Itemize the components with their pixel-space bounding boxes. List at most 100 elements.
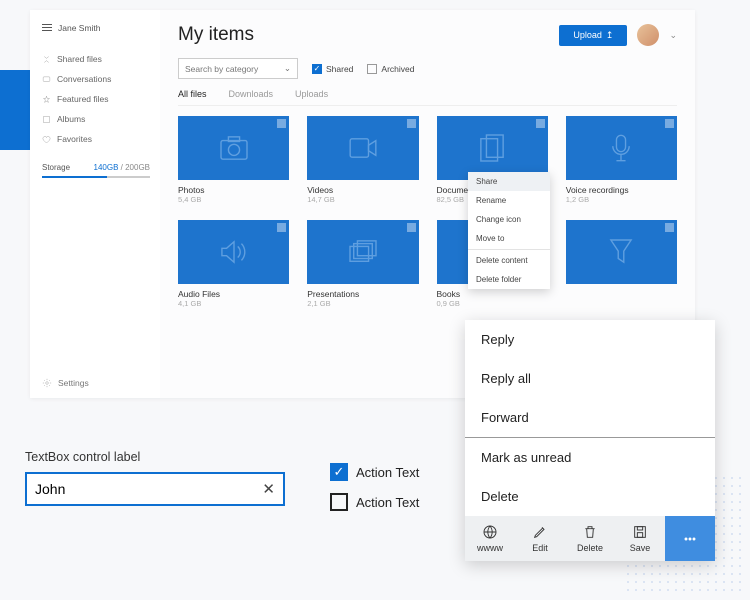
menu-delete-folder[interactable]: Delete folder: [468, 270, 550, 289]
archived-label: Archived: [381, 64, 414, 74]
camera-icon: [219, 135, 249, 161]
card-sub: 2,1 GB: [307, 299, 418, 308]
card-title: Audio Files: [178, 289, 289, 299]
toolbar-label: wwww: [477, 543, 503, 553]
panel-reply[interactable]: Reply: [465, 320, 715, 359]
hamburger-icon[interactable]: [42, 22, 52, 33]
shared-label: Shared: [326, 64, 353, 74]
settings-label: Settings: [58, 378, 89, 388]
tabs: All files Downloads Uploads: [178, 89, 677, 106]
sidebar-item-favorites[interactable]: Favorites: [42, 129, 150, 149]
panel-delete[interactable]: Delete: [465, 477, 715, 516]
menu-rename[interactable]: Rename: [468, 191, 550, 210]
user-name: Jane Smith: [58, 23, 101, 33]
toolbar-save[interactable]: Save: [615, 516, 665, 561]
chevron-down-icon: ⌄: [284, 63, 291, 74]
upload-icon: ↥: [606, 30, 614, 41]
menu-share[interactable]: Share: [468, 172, 550, 191]
sidebar-item-label: Featured files: [57, 94, 109, 104]
action-panel: Reply Reply all Forward Mark as unread D…: [465, 320, 715, 561]
tab-uploads[interactable]: Uploads: [295, 89, 328, 99]
decorative-block: [0, 70, 30, 150]
card-presentations[interactable]: Presentations 2,1 GB: [307, 220, 418, 308]
card-videos[interactable]: Videos 14,7 GB: [307, 116, 418, 204]
card-photos[interactable]: Photos 5,4 GB: [178, 116, 289, 204]
storage-label: Storage: [42, 163, 70, 172]
sidebar-item-label: Albums: [57, 114, 85, 124]
storage-meter: Storage 140GB / 200GB: [42, 163, 150, 178]
settings-link[interactable]: Settings: [42, 378, 150, 388]
card-sub: 1,2 GB: [566, 195, 677, 204]
card-filter[interactable]: [566, 220, 677, 308]
pencil-icon: [532, 524, 548, 540]
shared-checkbox[interactable]: ✓Shared: [312, 64, 353, 74]
menu-delete-content[interactable]: Delete content: [468, 251, 550, 270]
sidebar-item-featured[interactable]: Featured files: [42, 89, 150, 109]
page-title: My items: [178, 24, 254, 46]
menu-change-icon[interactable]: Change icon: [468, 210, 550, 229]
toolbar-more[interactable]: [665, 516, 715, 561]
card-sub: 4,1 GB: [178, 299, 289, 308]
sidebar-item-shared[interactable]: Shared files: [42, 49, 150, 69]
sidebar-item-label: Shared files: [57, 54, 102, 64]
card-title: Photos: [178, 185, 289, 195]
toolbar-globe[interactable]: wwww: [465, 516, 515, 561]
card-title: Books: [437, 289, 548, 299]
funnel-icon: [609, 238, 633, 266]
gear-icon: [42, 378, 52, 388]
tab-all-files[interactable]: All files: [178, 89, 207, 99]
panel-toolbar: wwww Edit Delete Save: [465, 516, 715, 561]
sidebar-item-label: Favorites: [57, 134, 92, 144]
card-title: Presentations: [307, 289, 418, 299]
video-icon: [348, 137, 378, 159]
trash-icon: [582, 524, 598, 540]
action-checks: ✓Action Text Action Text: [330, 463, 419, 523]
mic-icon: [611, 133, 631, 163]
textbox-label: TextBox control label: [25, 450, 285, 464]
action-text-label: Action Text: [356, 465, 419, 480]
slides-icon: [348, 239, 378, 265]
toolbar-edit[interactable]: Edit: [515, 516, 565, 561]
card-audio[interactable]: Audio Files 4,1 GB: [178, 220, 289, 308]
textbox[interactable]: ✕: [25, 472, 285, 506]
avatar[interactable]: [637, 24, 659, 46]
card-sub: 14,7 GB: [307, 195, 418, 204]
sidebar-item-conversations[interactable]: Conversations: [42, 69, 150, 89]
documents-icon: [479, 133, 505, 163]
context-menu: Share Rename Change icon Move to Delete …: [468, 172, 550, 289]
card-sub: 5,4 GB: [178, 195, 289, 204]
toolbar-label: Edit: [532, 543, 548, 553]
archived-checkbox[interactable]: Archived: [367, 64, 414, 74]
card-title: Videos: [307, 185, 418, 195]
card-voice[interactable]: Voice recordings 1,2 GB: [566, 116, 677, 204]
card-sub: 0,9 GB: [437, 299, 548, 308]
card-title: Voice recordings: [566, 185, 677, 195]
globe-icon: [482, 524, 498, 540]
upload-button[interactable]: Upload ↥: [559, 25, 627, 46]
textbox-control: TextBox control label ✕: [25, 450, 285, 506]
items-grid: Photos 5,4 GB Videos 14,7 GB Documents 8…: [178, 116, 677, 308]
storage-used: 140GB: [94, 163, 119, 172]
sidebar-item-albums[interactable]: Albums: [42, 109, 150, 129]
tab-downloads[interactable]: Downloads: [229, 89, 274, 99]
action-check-off[interactable]: Action Text: [330, 493, 419, 511]
user-row[interactable]: Jane Smith: [42, 22, 150, 33]
clear-icon[interactable]: ✕: [262, 480, 275, 498]
category-dropdown[interactable]: Search by category ⌄: [178, 58, 298, 79]
panel-reply-all[interactable]: Reply all: [465, 359, 715, 398]
sidebar-item-label: Conversations: [57, 74, 111, 84]
more-icon: [682, 531, 698, 547]
menu-separator: [468, 249, 550, 250]
action-text-label: Action Text: [356, 495, 419, 510]
textbox-input[interactable]: [35, 481, 262, 497]
upload-label: Upload: [573, 30, 602, 40]
save-icon: [632, 524, 648, 540]
storage-bar: [42, 176, 150, 178]
sidebar: Jane Smith Shared files Conversations Fe…: [30, 10, 160, 398]
toolbar-delete[interactable]: Delete: [565, 516, 615, 561]
action-check-on[interactable]: ✓Action Text: [330, 463, 419, 481]
menu-move-to[interactable]: Move to: [468, 229, 550, 248]
panel-forward[interactable]: Forward: [465, 398, 715, 437]
chevron-down-icon[interactable]: ⌄: [669, 30, 677, 41]
panel-mark-unread[interactable]: Mark as unread: [465, 438, 715, 477]
